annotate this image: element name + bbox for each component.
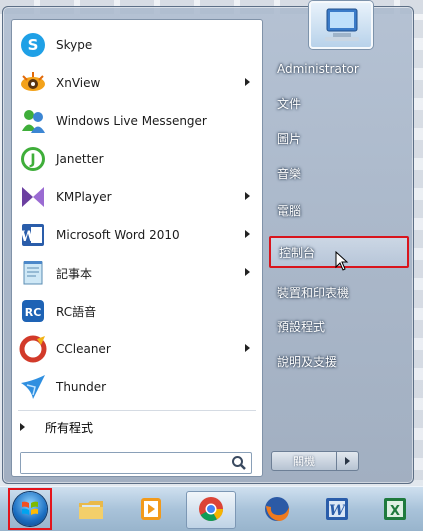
svg-text:J: J [29,152,35,168]
right-item-label: 控制台 [279,245,316,260]
mouse-cursor-icon [335,250,349,274]
program-label: Skype [56,38,93,52]
program-label: KMPlayer [56,190,112,204]
notepad-icon [18,258,48,288]
taskbar-chrome-button[interactable] [186,491,236,529]
svg-text:S: S [28,36,39,54]
program-label: 記事本 [56,266,93,281]
program-label: Janetter [56,152,104,166]
submenu-arrow-icon[interactable] [245,192,250,200]
program-item-notepad[interactable]: 記事本 [12,254,262,292]
search-box[interactable] [20,452,252,474]
documents-link[interactable]: 文件 [269,91,407,115]
program-label: Windows Live Messenger [56,114,207,128]
program-item-janetter[interactable]: J Janetter [12,140,262,178]
computer-link[interactable]: 電腦 [269,198,407,222]
word-icon: W [322,494,352,527]
windows-logo-icon [13,492,47,526]
taskbar: W X [0,486,423,531]
right-item-label: 文件 [277,96,302,111]
devices-and-printers-link[interactable]: 裝置和印表機 [269,280,407,304]
taskbar-explorer-button[interactable] [66,491,116,529]
right-item-label: 預設程式 [277,319,326,334]
explorer-icon [76,494,106,527]
pictures-link[interactable]: 圖片 [269,126,407,150]
kmplayer-icon [18,182,48,212]
firefox-icon [262,494,292,527]
taskbar-word-button[interactable]: W [312,491,362,529]
help-and-support-link[interactable]: 說明及支援 [269,349,407,373]
right-item-label: 裝置和印表機 [277,285,350,300]
search-icon[interactable] [231,455,247,474]
submenu-arrow-icon[interactable] [245,344,250,352]
svg-text:RC: RC [25,306,42,319]
svg-text:W: W [19,229,36,245]
computer-icon [325,8,359,41]
right-item-label: 電腦 [277,203,302,218]
all-programs-label: 所有程式 [45,420,94,435]
messenger-icon [18,106,48,136]
program-label: RC語音 [56,304,97,319]
program-item-ccleaner[interactable]: CCleaner [12,330,262,368]
xnview-icon [18,68,48,98]
chrome-icon [196,494,226,527]
program-item-word-2010[interactable]: W Microsoft Word 2010 [12,216,262,254]
word-icon: W [18,220,48,250]
taskbar-excel-button[interactable]: X [372,491,418,529]
program-label: XnView [56,76,101,90]
thunder-icon [18,372,48,402]
rc-icon: RC [18,296,48,326]
arrow-right-icon [345,457,350,465]
submenu-arrow-icon[interactable] [245,230,250,238]
program-label: Microsoft Word 2010 [56,228,180,242]
shutdown-group: 關機 [271,451,359,471]
search-input[interactable] [21,453,221,473]
program-item-rc-voice[interactable]: RC RC語音 [12,292,262,330]
janetter-icon: J [18,144,48,174]
svg-text:W: W [329,503,346,519]
submenu-arrow-icon[interactable] [245,268,250,276]
music-link[interactable]: 音樂 [269,161,407,185]
right-item-label: 圖片 [277,131,302,146]
taskbar-firefox-button[interactable] [252,491,302,529]
expand-arrow-icon [20,423,25,431]
pinned-programs-list: S Skype XnView Windows Live Messenger J … [12,26,262,406]
start-menu: S Skype XnView Windows Live Messenger J … [2,1,414,484]
shutdown-options-button[interactable] [337,451,359,471]
excel-icon: X [380,494,410,527]
program-item-windows-live-messenger[interactable]: Windows Live Messenger [12,102,262,140]
user-picture[interactable] [309,1,373,49]
all-programs-button[interactable]: 所有程式 [20,416,93,438]
left-pane: S Skype XnView Windows Live Messenger J … [11,19,263,477]
program-item-thunder[interactable]: Thunder [12,368,262,406]
user-folder-link[interactable]: Administrator [269,57,407,81]
divider [18,410,256,411]
right-item-label: Administrator [277,62,359,76]
start-button[interactable] [8,488,52,530]
svg-text:X: X [390,504,400,519]
program-label: Thunder [56,380,107,394]
right-item-label: 說明及支援 [277,354,338,369]
program-item-kmplayer[interactable]: KMPlayer [12,178,262,216]
taskbar-media-player-button[interactable] [126,491,176,529]
skype-icon: S [18,30,48,60]
program-item-skype[interactable]: S Skype [12,26,262,64]
media-player-icon [136,494,166,527]
program-label: CCleaner [56,342,111,356]
submenu-arrow-icon[interactable] [245,78,250,86]
right-item-label: 音樂 [277,166,302,181]
shutdown-button[interactable]: 關機 [271,451,337,471]
ccleaner-icon [18,334,48,364]
program-item-xnview[interactable]: XnView [12,64,262,102]
shutdown-label: 關機 [293,455,315,468]
default-programs-link[interactable]: 預設程式 [269,314,407,338]
